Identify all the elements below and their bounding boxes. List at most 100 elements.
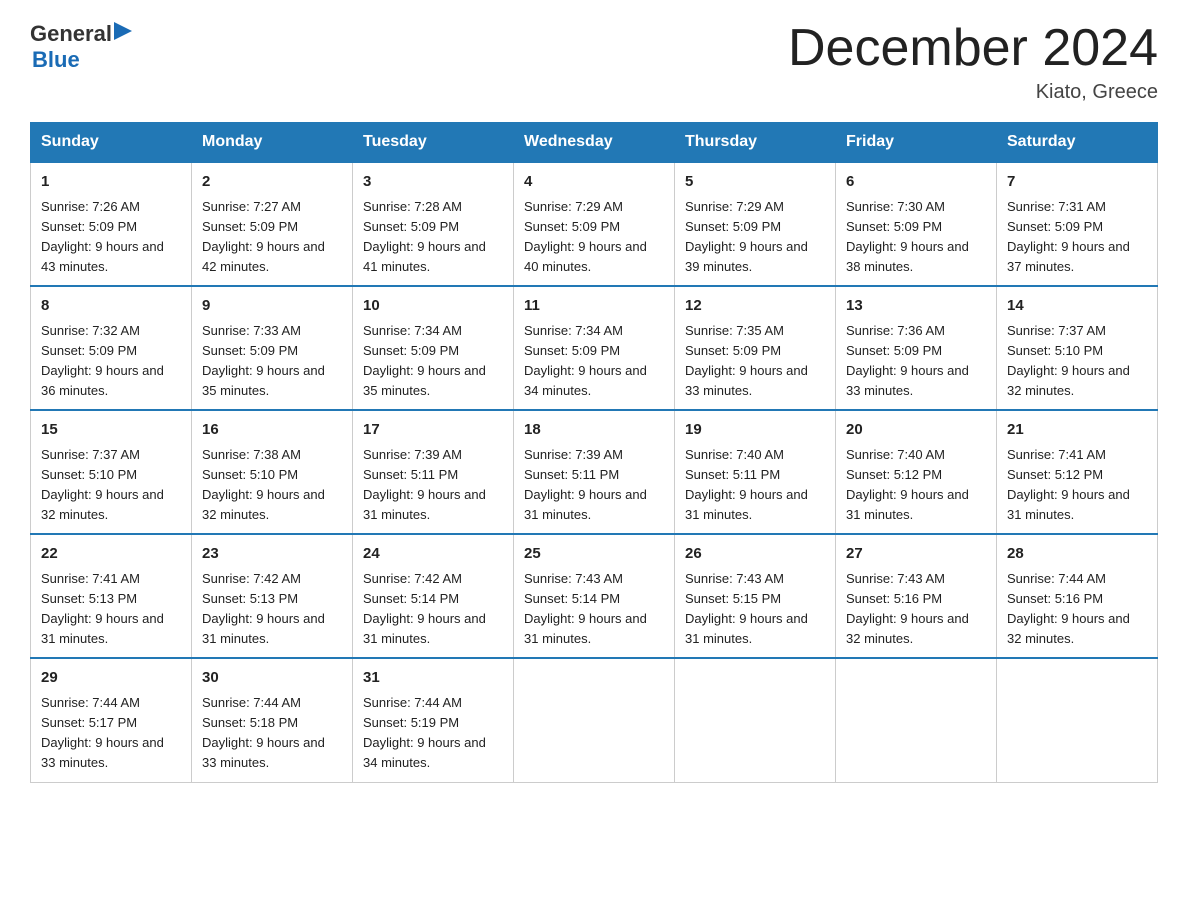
day-cell: 18 Sunrise: 7:39 AMSunset: 5:11 PMDayligh…	[514, 410, 675, 534]
day-info: Sunrise: 7:37 AMSunset: 5:10 PMDaylight:…	[1007, 321, 1147, 402]
day-number: 19	[685, 419, 825, 442]
day-cell: 13 Sunrise: 7:36 AMSunset: 5:09 PMDayligh…	[836, 286, 997, 410]
day-cell: 6 Sunrise: 7:30 AMSunset: 5:09 PMDaylight…	[836, 162, 997, 286]
day-number: 9	[202, 295, 342, 318]
week-row-2: 8 Sunrise: 7:32 AMSunset: 5:09 PMDaylight…	[31, 286, 1158, 410]
day-info: Sunrise: 7:34 AMSunset: 5:09 PMDaylight:…	[363, 321, 503, 402]
day-info: Sunrise: 7:42 AMSunset: 5:14 PMDaylight:…	[363, 569, 503, 650]
day-info: Sunrise: 7:43 AMSunset: 5:14 PMDaylight:…	[524, 569, 664, 650]
calendar-body: 1 Sunrise: 7:26 AMSunset: 5:09 PMDaylight…	[31, 162, 1158, 782]
day-info: Sunrise: 7:27 AMSunset: 5:09 PMDaylight:…	[202, 197, 342, 278]
day-number: 29	[41, 667, 181, 690]
day-number: 13	[846, 295, 986, 318]
logo-arrow-icon	[114, 20, 134, 42]
day-cell: 25 Sunrise: 7:43 AMSunset: 5:14 PMDayligh…	[514, 534, 675, 658]
day-info: Sunrise: 7:41 AMSunset: 5:13 PMDaylight:…	[41, 569, 181, 650]
col-header-tuesday: Tuesday	[353, 123, 514, 163]
day-info: Sunrise: 7:43 AMSunset: 5:16 PMDaylight:…	[846, 569, 986, 650]
day-cell: 26Sunrise: 7:43 AMSunset: 5:15 PMDayligh…	[675, 534, 836, 658]
day-info: Sunrise: 7:44 AMSunset: 5:16 PMDaylight:…	[1007, 569, 1147, 650]
week-row-4: 22 Sunrise: 7:41 AMSunset: 5:13 PMDayligh…	[31, 534, 1158, 658]
day-info: Sunrise: 7:31 AMSunset: 5:09 PMDaylight:…	[1007, 197, 1147, 278]
day-number: 4	[524, 171, 664, 194]
logo-blue-text: Blue	[32, 47, 134, 73]
day-cell: 2 Sunrise: 7:27 AMSunset: 5:09 PMDaylight…	[192, 162, 353, 286]
day-cell: 7 Sunrise: 7:31 AMSunset: 5:09 PMDaylight…	[997, 162, 1158, 286]
day-number: 2	[202, 171, 342, 194]
day-info: Sunrise: 7:26 AMSunset: 5:09 PMDaylight:…	[41, 197, 181, 278]
day-info: Sunrise: 7:44 AMSunset: 5:17 PMDaylight:…	[41, 693, 181, 774]
day-cell: 24 Sunrise: 7:42 AMSunset: 5:14 PMDayligh…	[353, 534, 514, 658]
day-number: 5	[685, 171, 825, 194]
day-info: Sunrise: 7:32 AMSunset: 5:09 PMDaylight:…	[41, 321, 181, 402]
col-header-wednesday: Wednesday	[514, 123, 675, 163]
day-cell: 15 Sunrise: 7:37 AMSunset: 5:10 PMDayligh…	[31, 410, 192, 534]
day-number: 10	[363, 295, 503, 318]
day-cell: 12Sunrise: 7:35 AMSunset: 5:09 PMDayligh…	[675, 286, 836, 410]
col-header-saturday: Saturday	[997, 123, 1158, 163]
day-cell: 5 Sunrise: 7:29 AMSunset: 5:09 PMDaylight…	[675, 162, 836, 286]
day-info: Sunrise: 7:41 AMSunset: 5:12 PMDaylight:…	[1007, 445, 1147, 526]
day-number: 11	[524, 295, 664, 318]
day-info: Sunrise: 7:44 AMSunset: 5:18 PMDaylight:…	[202, 693, 342, 774]
logo-general-text: General	[30, 21, 112, 47]
day-number: 30	[202, 667, 342, 690]
day-info: Sunrise: 7:29 AMSunset: 5:09 PMDaylight:…	[524, 197, 664, 278]
day-number: 6	[846, 171, 986, 194]
day-cell: 21 Sunrise: 7:41 AMSunset: 5:12 PMDayligh…	[997, 410, 1158, 534]
col-header-monday: Monday	[192, 123, 353, 163]
day-info: Sunrise: 7:34 AMSunset: 5:09 PMDaylight:…	[524, 321, 664, 402]
day-number: 8	[41, 295, 181, 318]
title-block: December 2024 Kiato, Greece	[788, 20, 1158, 104]
day-info: Sunrise: 7:40 AMSunset: 5:11 PMDaylight:…	[685, 445, 825, 526]
day-number: 15	[41, 419, 181, 442]
day-number: 31	[363, 667, 503, 690]
page-header: General Blue December 2024 Kiato, Greece	[30, 20, 1158, 104]
week-row-1: 1 Sunrise: 7:26 AMSunset: 5:09 PMDaylight…	[31, 162, 1158, 286]
day-cell: 4 Sunrise: 7:29 AMSunset: 5:09 PMDaylight…	[514, 162, 675, 286]
day-info: Sunrise: 7:43 AMSunset: 5:15 PMDaylight:…	[685, 569, 825, 650]
week-row-5: 29 Sunrise: 7:44 AMSunset: 5:17 PMDayligh…	[31, 658, 1158, 782]
day-number: 3	[363, 171, 503, 194]
day-cell: 20 Sunrise: 7:40 AMSunset: 5:12 PMDayligh…	[836, 410, 997, 534]
col-header-thursday: Thursday	[675, 123, 836, 163]
day-info: Sunrise: 7:39 AMSunset: 5:11 PMDaylight:…	[363, 445, 503, 526]
day-cell: 3 Sunrise: 7:28 AMSunset: 5:09 PMDaylight…	[353, 162, 514, 286]
day-info: Sunrise: 7:30 AMSunset: 5:09 PMDaylight:…	[846, 197, 986, 278]
day-number: 25	[524, 543, 664, 566]
day-cell: 19 Sunrise: 7:40 AMSunset: 5:11 PMDayligh…	[675, 410, 836, 534]
day-cell	[675, 658, 836, 782]
day-number: 1	[41, 171, 181, 194]
col-header-friday: Friday	[836, 123, 997, 163]
day-number: 24	[363, 543, 503, 566]
day-number: 20	[846, 419, 986, 442]
day-cell	[514, 658, 675, 782]
day-info: Sunrise: 7:42 AMSunset: 5:13 PMDaylight:…	[202, 569, 342, 650]
day-info: Sunrise: 7:37 AMSunset: 5:10 PMDaylight:…	[41, 445, 181, 526]
day-cell: 16 Sunrise: 7:38 AMSunset: 5:10 PMDayligh…	[192, 410, 353, 534]
day-number: 16	[202, 419, 342, 442]
day-number: 27	[846, 543, 986, 566]
day-info: Sunrise: 7:38 AMSunset: 5:10 PMDaylight:…	[202, 445, 342, 526]
day-cell: 1 Sunrise: 7:26 AMSunset: 5:09 PMDaylight…	[31, 162, 192, 286]
day-info: Sunrise: 7:40 AMSunset: 5:12 PMDaylight:…	[846, 445, 986, 526]
day-cell	[836, 658, 997, 782]
logo: General Blue	[30, 20, 134, 73]
day-number: 18	[524, 419, 664, 442]
calendar-header: SundayMondayTuesdayWednesdayThursdayFrid…	[31, 123, 1158, 163]
day-cell: 10 Sunrise: 7:34 AMSunset: 5:09 PMDayligh…	[353, 286, 514, 410]
day-number: 22	[41, 543, 181, 566]
day-info: Sunrise: 7:28 AMSunset: 5:09 PMDaylight:…	[363, 197, 503, 278]
day-number: 12	[685, 295, 825, 318]
day-number: 17	[363, 419, 503, 442]
day-info: Sunrise: 7:39 AMSunset: 5:11 PMDaylight:…	[524, 445, 664, 526]
day-cell: 8 Sunrise: 7:32 AMSunset: 5:09 PMDaylight…	[31, 286, 192, 410]
day-cell: 28Sunrise: 7:44 AMSunset: 5:16 PMDayligh…	[997, 534, 1158, 658]
day-info: Sunrise: 7:29 AMSunset: 5:09 PMDaylight:…	[685, 197, 825, 278]
day-cell: 23Sunrise: 7:42 AMSunset: 5:13 PMDayligh…	[192, 534, 353, 658]
day-number: 21	[1007, 419, 1147, 442]
day-info: Sunrise: 7:36 AMSunset: 5:09 PMDaylight:…	[846, 321, 986, 402]
day-number: 7	[1007, 171, 1147, 194]
day-cell: 11 Sunrise: 7:34 AMSunset: 5:09 PMDayligh…	[514, 286, 675, 410]
week-row-3: 15 Sunrise: 7:37 AMSunset: 5:10 PMDayligh…	[31, 410, 1158, 534]
